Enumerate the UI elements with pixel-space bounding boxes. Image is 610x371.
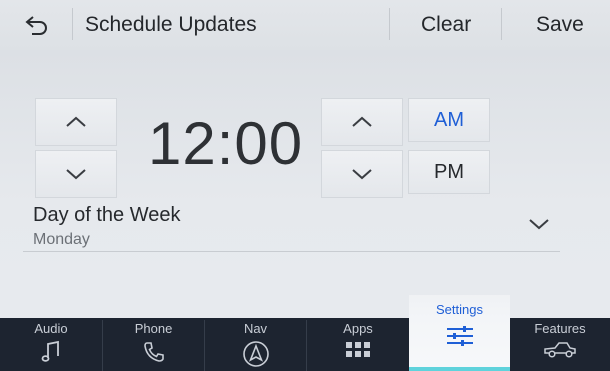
day-of-week-selector[interactable]: Day of the Week Monday	[23, 200, 560, 252]
nav-item-label: Nav	[243, 321, 268, 336]
minute-up-button[interactable]	[321, 98, 403, 146]
phone-icon	[143, 342, 164, 362]
am-button[interactable]: AM	[408, 98, 490, 142]
day-of-week-value: Monday	[33, 231, 90, 248]
header-divider	[501, 8, 502, 40]
chevron-down-icon	[352, 169, 372, 180]
time-display: 12:00	[148, 110, 304, 177]
nav-item-features[interactable]: Features	[510, 318, 610, 371]
nav-item-label: Apps	[343, 321, 373, 336]
music-note-icon	[41, 340, 59, 362]
page-title: Schedule Updates	[85, 13, 257, 36]
nav-item-apps[interactable]: Apps	[307, 318, 409, 371]
navigation-arrow-icon	[242, 341, 269, 367]
hour-down-button[interactable]	[35, 150, 117, 198]
minute-down-button[interactable]	[321, 150, 403, 198]
vehicle-icon	[544, 342, 576, 358]
nav-item-label: Settings	[436, 302, 483, 317]
chevron-up-icon	[352, 116, 372, 127]
sliders-icon	[446, 326, 473, 346]
hour-up-button[interactable]	[35, 98, 117, 146]
day-of-week-label: Day of the Week	[33, 204, 181, 226]
nav-item-label: Audio	[34, 321, 68, 336]
chevron-down-icon	[66, 169, 86, 180]
nav-item-audio[interactable]: Audio	[0, 318, 102, 371]
divider	[23, 251, 560, 252]
active-indicator	[409, 367, 510, 371]
chevron-up-icon	[66, 116, 86, 127]
header-divider	[72, 8, 73, 40]
nav-item-phone[interactable]: Phone	[103, 318, 204, 371]
back-arrow-icon	[25, 16, 47, 35]
nav-item-label: Phone	[134, 321, 173, 336]
apps-grid-icon	[346, 342, 370, 357]
nav-item-settings[interactable]: Settings	[409, 295, 510, 371]
header-bar: Schedule Updates Clear Save	[0, 0, 610, 50]
save-button[interactable]: Save	[536, 13, 584, 37]
nav-item-label: Features	[534, 321, 586, 336]
clear-button[interactable]: Clear	[421, 13, 471, 37]
pm-button[interactable]: PM	[408, 150, 490, 194]
chevron-down-icon	[529, 219, 549, 230]
back-button[interactable]	[12, 10, 62, 40]
nav-item-nav[interactable]: Nav	[205, 318, 306, 371]
header-divider	[389, 8, 390, 40]
